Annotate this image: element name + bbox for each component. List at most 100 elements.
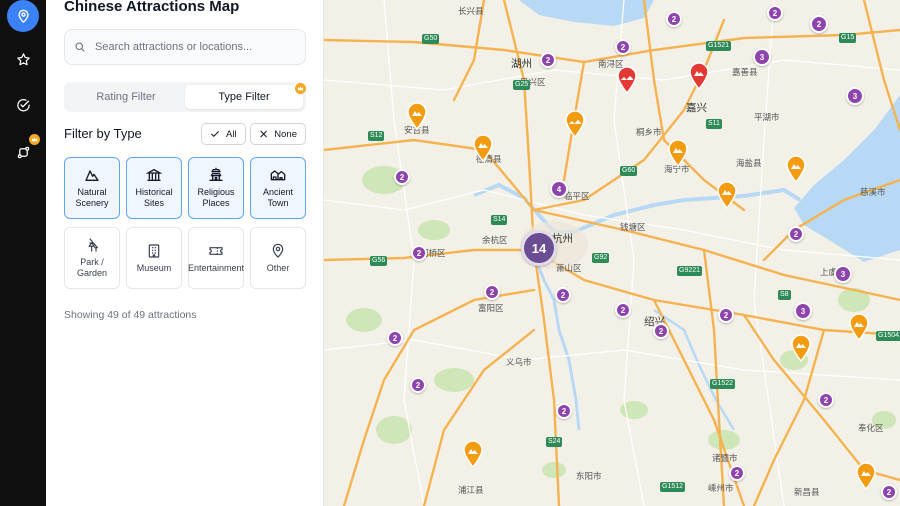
cluster-marker[interactable]: 2 [729, 465, 745, 481]
place-label: 嵊州市 [708, 483, 734, 493]
place-label: 富阳区 [478, 303, 504, 313]
cluster-marker[interactable]: 2 [615, 302, 631, 318]
natural-scenery-pin-selected[interactable] [688, 62, 710, 90]
rail-favorites-button[interactable] [7, 43, 39, 75]
rail-visited-button[interactable] [7, 89, 39, 121]
road-shield: G92 [592, 253, 610, 263]
rail-map-button[interactable] [7, 0, 39, 32]
natural-scenery-pin[interactable] [855, 462, 877, 490]
road-shield: G9221 [677, 266, 703, 276]
road-shield: S24 [546, 437, 563, 447]
road-shield: G1521 [706, 41, 732, 51]
crown-icon [295, 83, 306, 94]
cluster-marker[interactable]: 2 [653, 323, 669, 339]
place-label: 慈溪市 [860, 187, 886, 197]
natural-scenery-pin[interactable] [472, 134, 494, 162]
place-label: 诸暨市 [712, 453, 738, 463]
type-label: Ancient Town [262, 187, 294, 208]
cluster-marker[interactable]: 3 [794, 302, 812, 320]
cluster-marker[interactable]: 2 [556, 403, 572, 419]
cluster-marker[interactable]: 2 [810, 15, 828, 33]
type-other[interactable]: Other [250, 227, 306, 289]
cluster-marker[interactable]: 2 [484, 284, 500, 300]
cluster-marker[interactable]: 2 [615, 39, 631, 55]
natural-scenery-pin[interactable] [462, 440, 484, 468]
type-label: Museum [136, 262, 172, 273]
ancient-town-icon [270, 170, 286, 181]
cluster-marker[interactable]: 3 [846, 87, 864, 105]
cluster-marker[interactable]: 2 [555, 287, 571, 303]
road-shield: S11 [706, 119, 722, 129]
natural-scenery-pin[interactable] [848, 313, 870, 341]
place-label: 新昌县 [794, 487, 820, 497]
map-view[interactable]: 湖州 嘉兴 杭州 绍兴 南浔区 安吉县 德清县 桐乡市 海宁市 临平区 余杭区 … [324, 0, 900, 506]
cluster-marker[interactable]: 2 [387, 330, 403, 346]
select-none-label: None [274, 128, 297, 140]
search-input[interactable] [95, 41, 295, 53]
road-shield: S8 [778, 290, 791, 300]
cluster-marker[interactable]: 2 [718, 307, 734, 323]
museum-icon [148, 243, 160, 258]
search-box[interactable] [64, 29, 306, 65]
tab-type-filter[interactable]: Type Filter [185, 83, 306, 109]
type-natural-scenery[interactable]: Natural Scenery [64, 157, 120, 219]
place-label: 长兴县 [458, 6, 484, 16]
natural-scenery-pin[interactable] [785, 155, 807, 183]
check-icon [211, 131, 219, 137]
cluster-marker[interactable]: 2 [411, 245, 427, 261]
cluster-marker[interactable]: 2 [788, 226, 804, 242]
natural-scenery-pin[interactable] [716, 181, 738, 209]
location-icon [272, 243, 284, 258]
type-religious-places[interactable]: Religious Places [188, 157, 244, 219]
pagoda-icon [209, 167, 223, 181]
star-icon [16, 52, 30, 65]
type-label: Religious Places [197, 187, 235, 208]
cluster-marker[interactable]: 2 [881, 484, 897, 500]
icon-rail [0, 0, 46, 506]
cluster-marker[interactable]: 2 [818, 392, 834, 408]
type-museum[interactable]: Museum [126, 227, 182, 289]
ticket-icon [209, 246, 223, 255]
cluster-marker[interactable]: 3 [753, 48, 771, 66]
route-icon [17, 146, 29, 158]
select-none-button[interactable]: None [250, 123, 306, 145]
type-label: Entertainment [187, 262, 245, 273]
cluster-marker[interactable]: 2 [767, 5, 783, 21]
natural-scenery-pin[interactable] [790, 334, 812, 362]
road-shield: G25 [513, 80, 531, 90]
cluster-marker[interactable]: 4 [550, 180, 568, 198]
natural-scenery-pin[interactable] [667, 139, 689, 167]
cluster-marker[interactable]: 3 [834, 265, 852, 283]
select-all-label: All [226, 128, 237, 140]
ancient-town-pin-selected[interactable] [616, 66, 638, 94]
close-icon [260, 130, 267, 138]
type-entertainment[interactable]: Entertainment [188, 227, 244, 289]
place-label: 海盐县 [736, 158, 762, 168]
tree-icon [88, 238, 98, 252]
cluster-marker-large[interactable]: 14 [521, 230, 557, 266]
natural-scenery-pin[interactable] [406, 102, 428, 130]
type-historical-sites[interactable]: Historical Sites [126, 157, 182, 219]
city-label: 嘉兴 [686, 102, 707, 114]
select-all-button[interactable]: All [201, 123, 246, 145]
cluster-marker[interactable]: 2 [666, 11, 682, 27]
tab-type-filter-label: Type Filter [218, 91, 270, 103]
bank-icon [146, 168, 162, 181]
road-shield: G1522 [710, 379, 736, 389]
cluster-marker[interactable]: 2 [410, 377, 426, 393]
results-count: Showing 49 of 49 attractions [64, 309, 197, 321]
filter-tabs: Rating Filter Type Filter [64, 82, 306, 112]
app-root: Chinese Attractions Map Rating Filter Ty… [0, 0, 900, 506]
place-label: 钱塘区 [620, 222, 646, 232]
road-shield: G60 [620, 166, 638, 176]
place-label: 浦江县 [458, 485, 484, 495]
type-park-garden[interactable]: Park / Garden [64, 227, 120, 289]
type-ancient-town[interactable]: Ancient Town [250, 157, 306, 219]
cluster-marker[interactable]: 2 [394, 169, 410, 185]
place-label: 嘉善县 [732, 67, 758, 77]
check-circle-icon [16, 98, 30, 111]
ancient-town-pin[interactable] [564, 110, 586, 138]
tab-rating-filter[interactable]: Rating Filter [67, 85, 185, 109]
type-label: Historical Sites [135, 187, 173, 208]
cluster-marker[interactable]: 2 [540, 52, 556, 68]
